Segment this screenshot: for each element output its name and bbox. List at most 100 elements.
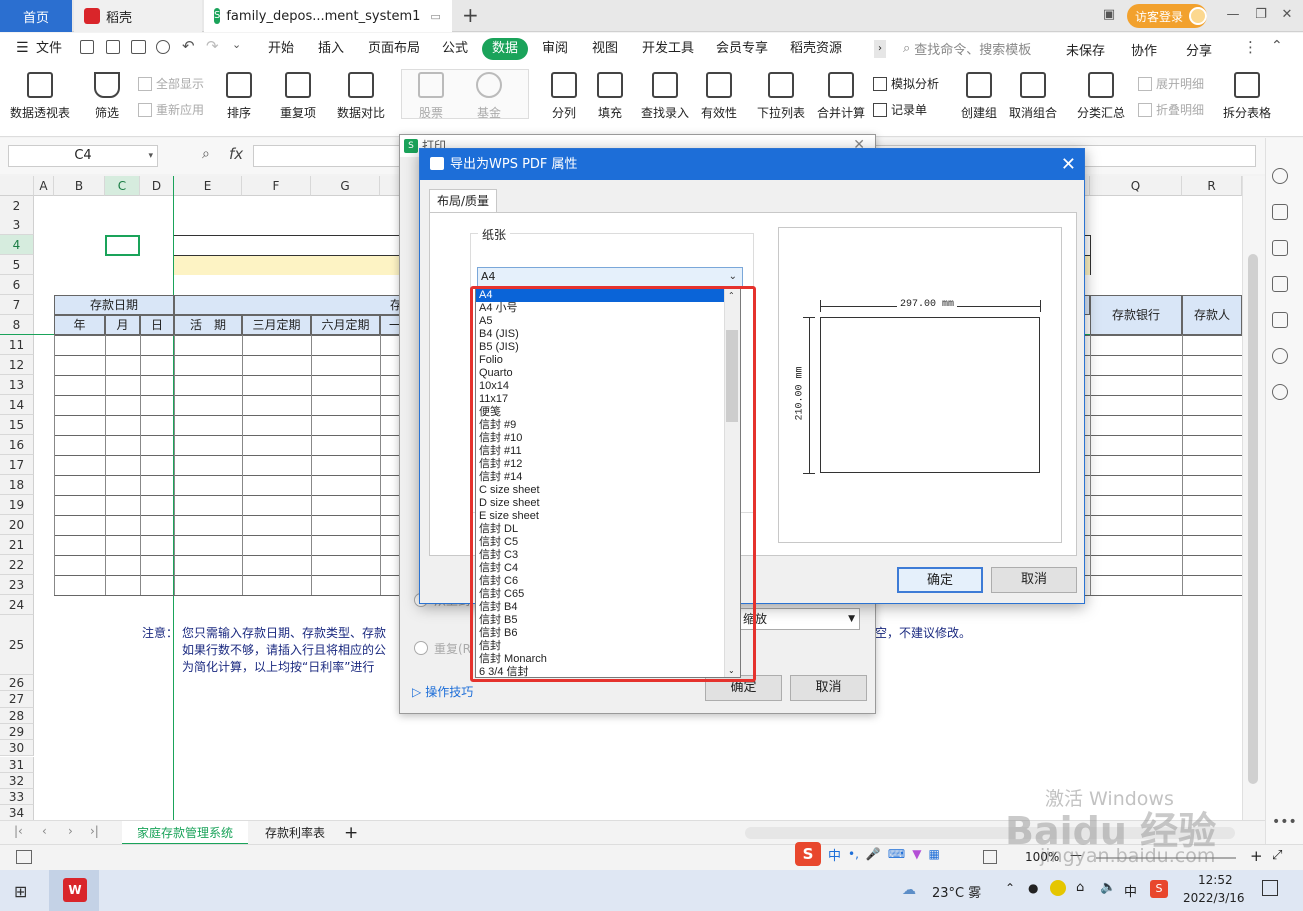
fill-button[interactable]: 填充 [597, 72, 623, 121]
sheet-tab-rates[interactable]: 存款利率表 [252, 821, 338, 845]
row-header-20[interactable]: 20 [0, 515, 34, 535]
row-header-18[interactable]: 18 [0, 475, 34, 495]
tab-file[interactable]: S family_depos...ment_system1 ▭ [204, 0, 452, 32]
menu-insert[interactable]: 插入 [318, 38, 344, 60]
row-header-19[interactable]: 19 [0, 495, 34, 515]
fx-icon[interactable]: fx [229, 145, 243, 163]
notification-icon[interactable] [1262, 880, 1278, 896]
minimize-icon[interactable]: — [1222, 4, 1244, 26]
windows-start-icon[interactable]: ⊞ [14, 882, 27, 901]
help-icon[interactable] [1272, 384, 1288, 400]
menu-formula[interactable]: 公式 [442, 38, 468, 60]
menu-page-layout[interactable]: 页面布局 [368, 38, 420, 60]
skin-icon[interactable]: ▼ [912, 847, 921, 861]
zoom-in-icon[interactable]: + [1250, 847, 1263, 865]
expand-detail-button[interactable]: 展开明细 [1138, 75, 1204, 92]
page-view-icon[interactable] [983, 850, 997, 864]
row-header-23[interactable]: 23 [0, 575, 34, 595]
sogou-tray-icon[interactable]: S [1150, 880, 1168, 898]
row-header-21[interactable]: 21 [0, 535, 34, 555]
tips-link[interactable]: ▷ 操作技巧 [412, 683, 473, 700]
status-icon[interactable] [16, 850, 32, 864]
sort-button[interactable]: 排序 [226, 72, 252, 121]
pdf-cancel-button[interactable]: 取消 [991, 567, 1077, 593]
row-header-11[interactable]: 11 [0, 335, 34, 355]
redo-icon[interactable]: ↷ [206, 37, 219, 55]
collab-button[interactable]: 协作 [1131, 40, 1157, 59]
row-header-12[interactable]: 12 [0, 355, 34, 375]
menu-view[interactable]: 视图 [592, 38, 618, 60]
row-header-2[interactable]: 2 [0, 196, 34, 216]
col-header-b[interactable]: B [54, 176, 105, 196]
row-header-3[interactable]: 3 [0, 215, 34, 235]
collapse-detail-button[interactable]: 折叠明细 [1138, 101, 1204, 118]
row-header-33[interactable]: 33 [0, 789, 34, 806]
tab-home[interactable]: 首页 [0, 0, 72, 32]
fullscreen-icon[interactable]: ⤢ [1272, 848, 1282, 863]
tab-daoke[interactable]: 稻壳 [74, 0, 202, 32]
close-window-icon[interactable]: ✕ [1276, 4, 1298, 26]
row-header-16[interactable]: 16 [0, 435, 34, 455]
image-icon[interactable] [1272, 312, 1288, 328]
tray-person-icon[interactable]: ● [1028, 881, 1038, 895]
preview-icon[interactable] [156, 40, 170, 54]
selected-cell-c4[interactable] [105, 235, 140, 256]
zoom-search-icon[interactable]: ⌕ [202, 146, 210, 162]
duplicates-button[interactable]: 重复项 [280, 72, 316, 121]
menu-daoke-resources[interactable]: 稻壳资源 [790, 38, 842, 60]
lookup-entry-button[interactable]: 查找录入 [641, 72, 689, 121]
next-sheet-icon[interactable]: › [68, 824, 73, 838]
share-button[interactable]: 分享 [1186, 40, 1212, 59]
subtotal-button[interactable]: 分类汇总 [1077, 72, 1125, 121]
apps-icon[interactable]: ▦ [928, 847, 939, 861]
chevron-down-icon[interactable]: ⌄ [232, 38, 241, 51]
menu-file[interactable]: 文件 [36, 38, 62, 60]
col-header-r[interactable]: R [1182, 176, 1242, 196]
more-icon[interactable]: ⋮ [1243, 38, 1258, 56]
col-header-f[interactable]: F [242, 176, 311, 196]
row-header-15[interactable]: 15 [0, 415, 34, 435]
menu-scroll-right-icon[interactable]: › [874, 40, 886, 58]
col-header-e[interactable]: E [174, 176, 242, 196]
row-header-7[interactable]: 7 [0, 295, 34, 315]
add-sheet-button[interactable]: + [344, 821, 358, 845]
undo-icon[interactable]: ↶ [182, 37, 195, 55]
vertical-scroll-thumb[interactable] [1248, 254, 1258, 784]
tray-chevron-icon[interactable]: ⌃ [1005, 881, 1015, 895]
row-header-28[interactable]: 28 [0, 707, 34, 724]
col-header-c[interactable]: C [105, 176, 140, 196]
cursor-icon[interactable] [1272, 204, 1288, 220]
sheet-tab-active[interactable]: 家庭存款管理系统 [122, 821, 248, 845]
sliders-icon[interactable] [1272, 240, 1288, 256]
add-tab-button[interactable]: + [462, 3, 479, 27]
menu-developer[interactable]: 开发工具 [642, 38, 694, 60]
record-form-button[interactable]: 记录单 [873, 101, 927, 118]
restore-icon[interactable]: ❐ [1250, 4, 1272, 26]
print-cancel-button[interactable]: 取消 [790, 675, 867, 701]
ungroup-button[interactable]: 取消组合 [1009, 72, 1057, 121]
lightning-icon[interactable] [1272, 348, 1288, 364]
clock-date[interactable]: 2022/3/16 [1183, 891, 1245, 905]
name-box[interactable]: C4 ▾ [8, 145, 158, 167]
row-header-8[interactable]: 8 [0, 315, 34, 335]
tab-layout-quality[interactable]: 布局/质量 [429, 189, 497, 213]
row-header-13[interactable]: 13 [0, 375, 34, 395]
row-header-24[interactable]: 24 [0, 595, 34, 615]
clock-time[interactable]: 12:52 [1198, 873, 1233, 887]
row-header-14[interactable]: 14 [0, 395, 34, 415]
tray-plus-icon[interactable] [1050, 880, 1066, 896]
row-header-22[interactable]: 22 [0, 555, 34, 575]
ime-indicator[interactable]: 中 [1124, 881, 1137, 900]
row-header-31[interactable]: 31 [0, 756, 34, 773]
pdf-ok-button[interactable]: 确定 [897, 567, 983, 593]
split-table-button[interactable]: 拆分表格 [1223, 72, 1271, 121]
row-header-17[interactable]: 17 [0, 455, 34, 475]
row-header-34[interactable]: 34 [0, 805, 34, 820]
row-header-30[interactable]: 30 [0, 740, 34, 757]
paper-size-select[interactable]: A4 ⌄ [477, 267, 743, 287]
split-column-button[interactable]: 分列 [551, 72, 577, 121]
dropdown-list-button[interactable]: 下拉列表 [757, 72, 805, 121]
mic-icon[interactable]: 🎤 [866, 847, 881, 861]
shape-icon[interactable] [1272, 276, 1288, 292]
consolidate-button[interactable]: 合并计算 [817, 72, 865, 121]
